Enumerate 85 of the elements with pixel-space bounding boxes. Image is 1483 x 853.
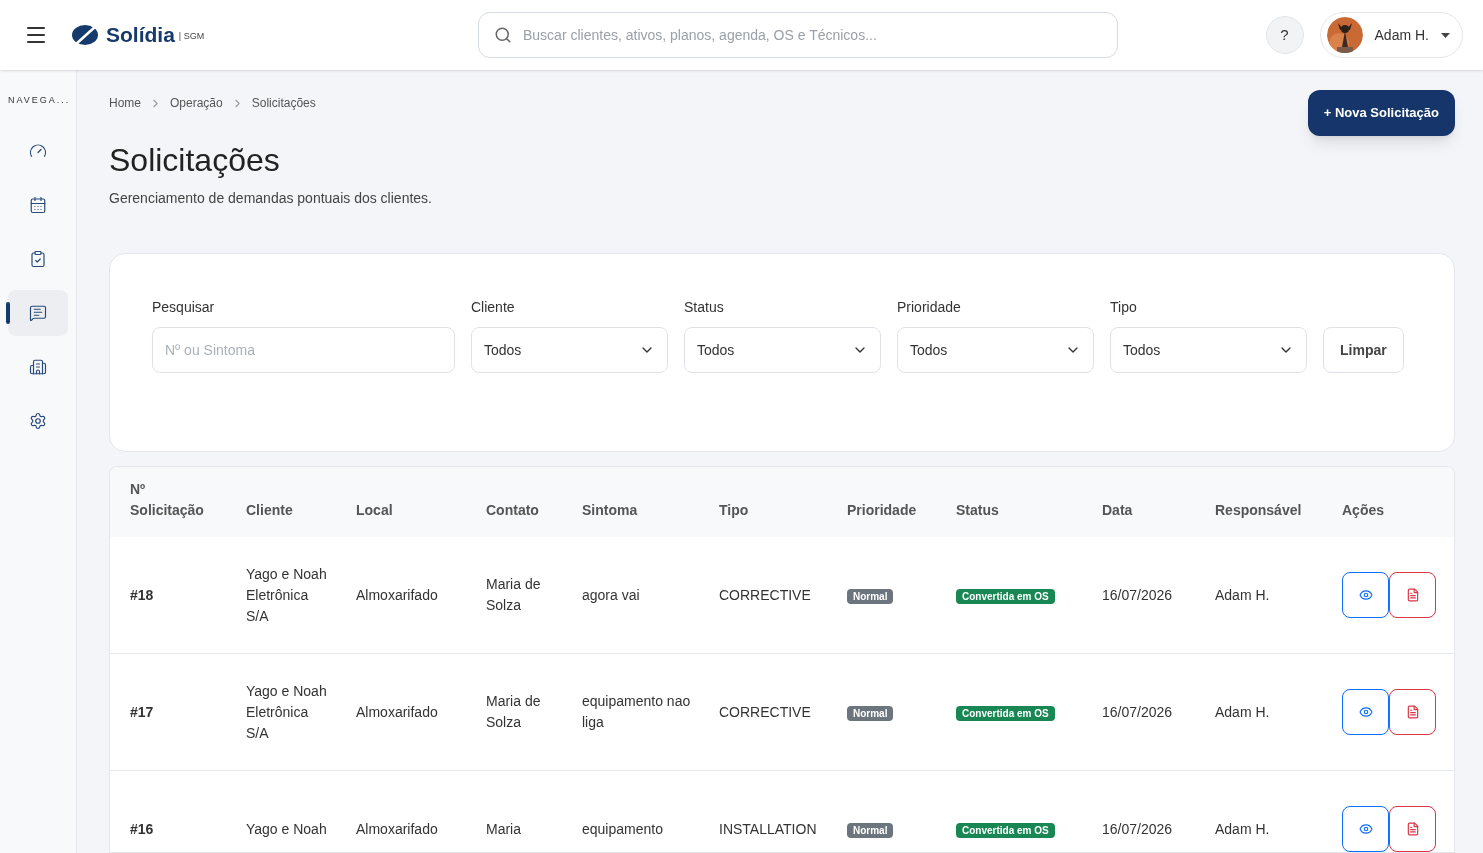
sidebar-item[interactable] [8, 289, 68, 336]
table-cell-text: Yago e Noah Eletrônica S/A [246, 681, 328, 743]
table-cell-text: Yago e Noah Eletrônica S/A [246, 564, 328, 626]
priority-badge: Normal [847, 705, 894, 721]
view-button[interactable] [1342, 806, 1389, 852]
table-cell-text: #16 [130, 819, 155, 839]
logo-text: Solídia [106, 22, 175, 49]
table-cell-text: equipamento [582, 819, 664, 839]
table-cell-text: CORRECTIVE [719, 702, 812, 722]
pdf-button[interactable] [1389, 689, 1436, 735]
select-field[interactable]: Todos [684, 327, 881, 373]
table-cell-text: CORRECTIVE [719, 585, 812, 605]
logo-icon [72, 24, 98, 46]
settings-icon [29, 411, 47, 430]
pdf-button[interactable] [1389, 806, 1436, 852]
search-icon [494, 26, 512, 44]
table-cell-text: Yago e Noah [246, 819, 328, 839]
column-header: Responsável [1215, 501, 1303, 520]
eye-icon [1358, 705, 1373, 719]
clear-button[interactable]: Limpar [1323, 327, 1404, 373]
column-header: Data [1102, 501, 1134, 520]
column-header: Prioridade [847, 501, 918, 520]
page-title: Solicitações [109, 144, 281, 176]
select-field[interactable]: Todos [1110, 327, 1307, 373]
document-icon [1405, 588, 1420, 602]
table-cell-text: #18 [130, 585, 155, 605]
table-cell-text: 16/07/2026 [1102, 585, 1174, 605]
document-icon [1405, 705, 1420, 719]
document-icon [1405, 822, 1420, 836]
message-icon [29, 303, 47, 322]
field-label: Prioridade [897, 298, 962, 317]
caret-icon [1441, 32, 1450, 38]
view-button[interactable] [1342, 689, 1389, 735]
breadcrumb-link[interactable]: Home [109, 94, 141, 112]
status-badge: Convertida em OS [956, 822, 1055, 838]
field-label: Cliente [471, 298, 516, 317]
column-header: Tipo [719, 501, 750, 520]
table-cell-text: agora vai [582, 585, 641, 605]
logo-suffix: | SGM [178, 30, 205, 44]
status-badge: Convertida em OS [956, 588, 1055, 604]
column-header: Local [356, 501, 394, 520]
search-field[interactable]: Buscar clientes, ativos, planos, agenda, OS e Técnicos... [478, 12, 1118, 58]
field-label: Status [684, 298, 725, 317]
calendar-icon [29, 195, 47, 214]
page-subtitle: Gerenciamento de demandas pontuais dos clientes. [109, 189, 432, 208]
table-cell-text: 16/07/2026 [1102, 819, 1174, 839]
help-button[interactable]: ? [1265, 16, 1304, 54]
column-header: Contato [486, 501, 540, 520]
table-cell-text: Almoxarifado [356, 819, 439, 839]
table-cell-text: equipamento nao liga [582, 692, 692, 732]
field-label: Pesquisar [152, 298, 216, 317]
priority-badge: Normal [847, 822, 894, 838]
table-cell-text: #17 [130, 702, 155, 722]
search-input[interactable]: Nº ou Sintoma [152, 327, 455, 373]
select-field[interactable]: Todos [897, 327, 1094, 373]
select-field[interactable]: Todos [471, 327, 668, 373]
table-cell-text: INSTALLATION [719, 819, 818, 839]
column-header: Status [956, 501, 1000, 520]
field-label: Tipo [1110, 298, 1138, 317]
column-header: Nº Solicitação [130, 480, 205, 520]
breadcrumb-link[interactable]: Operação [170, 94, 223, 112]
table-cell-text: Maria de Solza [486, 575, 542, 615]
new-request-button[interactable]: + Nova Solicitação [1307, 90, 1455, 136]
clipboard-icon [29, 249, 47, 268]
eye-icon [1358, 822, 1373, 836]
breadcrumb-link[interactable]: Solicitações [251, 94, 316, 112]
table-cell-text: Almoxarifado [356, 702, 439, 722]
table-cell-text: Adam H. [1215, 819, 1271, 839]
column-header: Sintoma [582, 501, 639, 520]
table-cell-text: Adam H. [1215, 585, 1271, 605]
sidebar-title: NAVEGA... [8, 94, 71, 107]
column-header: Cliente [246, 501, 294, 520]
column-header: Ações [1342, 501, 1386, 520]
status-badge: Convertida em OS [956, 705, 1055, 721]
building-icon [29, 357, 47, 376]
table-cell-text: Almoxarifado [356, 585, 439, 605]
view-button[interactable] [1342, 572, 1389, 618]
priority-badge: Normal [847, 588, 894, 604]
pdf-button[interactable] [1389, 572, 1436, 618]
gauge-icon [29, 141, 47, 160]
table-cell-text: Maria [486, 819, 522, 839]
table-cell-text: 16/07/2026 [1102, 702, 1174, 722]
table-cell-text: Maria de Solza [486, 692, 542, 732]
eye-icon [1358, 588, 1373, 602]
table-cell-text: Adam H. [1215, 702, 1271, 722]
